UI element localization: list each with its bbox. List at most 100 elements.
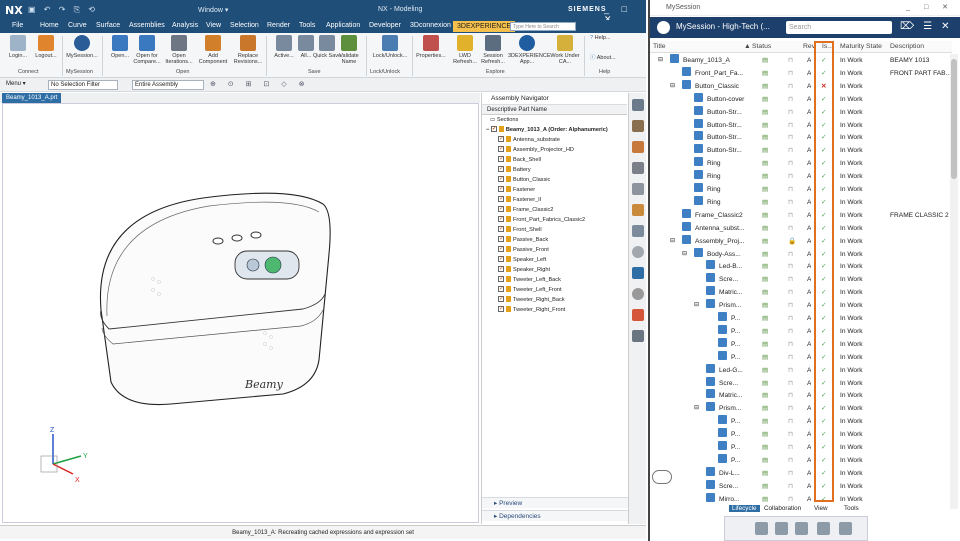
open-iterations-button[interactable]: Open Iterations...	[163, 35, 195, 65]
visibility-checkbox[interactable]	[498, 144, 504, 154]
session-row[interactable]: ⊟ Prism... ▤ ⊓ A ✓ In Work	[650, 402, 952, 415]
col-description[interactable]: Description	[890, 43, 924, 50]
session-row[interactable]: ⊟ Beamy_1013_A ▤ ⊓ A ✓ In Work BEAMY 1013	[650, 54, 952, 67]
lock-unlock-button[interactable]: Lock/Unlock...	[370, 35, 410, 59]
session-row[interactable]: Scre... ▤ ⊓ A ✓ In Work	[650, 273, 952, 286]
logout-button[interactable]: Logout...	[30, 35, 62, 59]
col-status[interactable]: Status	[752, 43, 771, 50]
session-row[interactable]: Ring ▤ ⊓ A ✓ In Work	[650, 183, 952, 196]
validate-name-button[interactable]: Validate Name	[333, 35, 365, 65]
menu-assemblies[interactable]: Assemblies	[129, 22, 165, 29]
3dexperience-app-button[interactable]: 3DEXPERIENCE App...	[508, 35, 551, 65]
menu-3dexperience[interactable]: 3DEXPERIENCE	[453, 21, 516, 32]
expand-toggle[interactable]: ⊟	[694, 402, 699, 415]
menu-selection[interactable]: Selection	[230, 22, 259, 29]
session-row[interactable]: Matric... ▤ ⊓ A ✓ In Work	[650, 286, 952, 299]
side-handle-icon[interactable]	[652, 470, 672, 484]
session-row[interactable]: Ring ▤ ⊓ A ✓ In Work	[650, 170, 952, 183]
part-navigator-icon[interactable]	[631, 120, 644, 132]
menu-surface[interactable]: Surface	[96, 22, 120, 29]
session-row[interactable]: Led-B... ▤ ⊓ A ✓ In Work	[650, 260, 952, 273]
menu-application[interactable]: Application	[326, 22, 360, 29]
session-row[interactable]: Div-L... ▤ ⊓ A ✓ In Work	[650, 466, 952, 480]
menu-tools[interactable]: Tools	[299, 22, 315, 29]
navigator-column-header[interactable]: Descriptive Part Name	[482, 105, 627, 115]
visibility-checkbox[interactable]	[498, 244, 504, 254]
visibility-checkbox[interactable]	[498, 274, 504, 284]
visibility-checkbox[interactable]	[498, 254, 504, 264]
col-title[interactable]: Title	[653, 43, 666, 50]
roles-icon[interactable]	[631, 246, 644, 258]
mysession-search-input[interactable]: Search	[786, 21, 892, 34]
session-refresh-button[interactable]: Session Refresh...	[477, 35, 509, 65]
graphics-viewport[interactable]: Beamy Z Y X	[2, 103, 496, 523]
col-maturity[interactable]: Maturity State	[840, 43, 882, 50]
file-tab[interactable]: Beamy_1013_A.prt	[2, 93, 62, 103]
session-row[interactable]: Scre... ▤ ⊓ A ✓ In Work	[650, 479, 952, 493]
visibility-checkbox[interactable]	[498, 214, 504, 224]
expand-toggle[interactable]: ⊟	[670, 80, 675, 93]
palette-icon[interactable]	[631, 309, 644, 321]
snap-tools[interactable]: ⊕ ⊙ ⊞ ⊡ ◇ ⊗	[210, 80, 309, 88]
search-icon[interactable]	[795, 522, 808, 535]
tab-view[interactable]: View	[814, 505, 828, 512]
visibility-checkbox[interactable]	[498, 154, 504, 164]
about-button[interactable]: ⓘ About...	[590, 53, 628, 61]
session-row[interactable]: Antenna_subst... ▤ ⊓ A ✓ In Work	[650, 221, 952, 235]
session-row[interactable]: P... ▤ ⊓ A ✓ In Work	[650, 350, 952, 364]
work-under-ca-button[interactable]: Work Under CA...	[549, 35, 581, 65]
help-button[interactable]: ? Help...	[590, 35, 628, 41]
menu-view[interactable]: View	[206, 22, 221, 29]
menu-home[interactable]: Home	[40, 22, 59, 29]
session-row[interactable]: P... ▤ ⊓ A ✓ In Work	[650, 337, 952, 351]
menu-developer[interactable]: Developer	[369, 22, 401, 29]
expand-toggle[interactable]: ⊟	[682, 248, 687, 261]
visibility-checkbox[interactable]	[498, 224, 504, 234]
menu-3dconnexion[interactable]: 3Dconnexion	[410, 22, 451, 29]
scope-select[interactable]: Entire Assembly	[132, 80, 204, 90]
session-row[interactable]: Led-G... ▤ ⊓ A ✓ In Work	[650, 363, 952, 377]
system-materials-icon[interactable]	[631, 330, 644, 342]
visibility-checkbox[interactable]	[498, 164, 504, 174]
visibility-checkbox[interactable]	[498, 134, 504, 144]
expand-toggle[interactable]: ⊟	[658, 54, 663, 67]
navigator-sections[interactable]: ▭ Sections	[482, 115, 627, 125]
menu-icon[interactable]: ☰	[923, 21, 941, 32]
session-row[interactable]: Button-Str... ▤ ⊓ A ✓ In Work	[650, 118, 952, 132]
session-row[interactable]: P... ▤ ⊓ A ✓ In Work	[650, 453, 952, 467]
lifecycle-icon[interactable]	[755, 522, 768, 535]
visibility-checkbox[interactable]	[498, 284, 504, 294]
visibility-checkbox[interactable]	[498, 194, 504, 204]
navigator-item[interactable]: Tweeter_Right_Front	[482, 304, 627, 315]
session-row[interactable]: P... ▤ ⊓ A ✓ In Work	[650, 312, 952, 325]
session-row[interactable]: Frame_Classic2 ▤ ⊓ A ✓ In Work FRAME CLASSIC 2	[650, 208, 952, 222]
session-row[interactable]: ⊟ Prism... ▤ ⊓ A ✓ In Work	[650, 299, 952, 312]
dependencies-panel-toggle[interactable]: ▸ Dependencies	[482, 510, 628, 521]
tab-collaboration[interactable]: Collaboration	[764, 505, 801, 512]
visibility-checkbox[interactable]	[498, 184, 504, 194]
session-row[interactable]: Ring ▤ ⊓ A ✓ In Work	[650, 195, 952, 209]
mysession-toolbar[interactable]: ⌦☰✕	[900, 21, 959, 32]
add-component-button[interactable]: Add Component	[197, 35, 229, 65]
sort-asc-icon[interactable]: ▲	[744, 43, 751, 50]
history-icon[interactable]	[631, 225, 644, 237]
session-row[interactable]: Button-Str... ▤ ⊓ A ✓ In Work	[650, 131, 952, 144]
menu-dropdown[interactable]: Menu ▾	[4, 80, 44, 90]
assembly-navigator-icon[interactable]	[631, 141, 644, 153]
mysession-scrollbar[interactable]	[950, 54, 958, 509]
selection-filter-select[interactable]: No Selection Filter	[48, 80, 118, 90]
menu-analysis[interactable]: Analysis	[172, 22, 198, 29]
root-checkbox[interactable]	[490, 124, 497, 134]
revise-icon[interactable]	[839, 522, 852, 535]
expand-toggle[interactable]: ⊟	[694, 299, 699, 312]
settings-icon[interactable]	[631, 99, 644, 111]
visibility-checkbox[interactable]	[498, 234, 504, 244]
preview-panel-toggle[interactable]: ▸ Preview	[482, 497, 628, 508]
scrollbar-thumb[interactable]	[951, 59, 957, 179]
session-row[interactable]: Front_Part_Fa... ▤ ⊓ A ✓ In Work FRONT PART FA…	[650, 66, 952, 80]
visibility-checkbox[interactable]	[498, 264, 504, 274]
expand-toggle[interactable]: ⊟	[670, 235, 675, 248]
gear-icon[interactable]	[817, 522, 830, 535]
visibility-checkbox[interactable]	[498, 304, 504, 314]
session-row[interactable]: P... ▤ ⊓ A ✓ In Work	[650, 428, 952, 441]
